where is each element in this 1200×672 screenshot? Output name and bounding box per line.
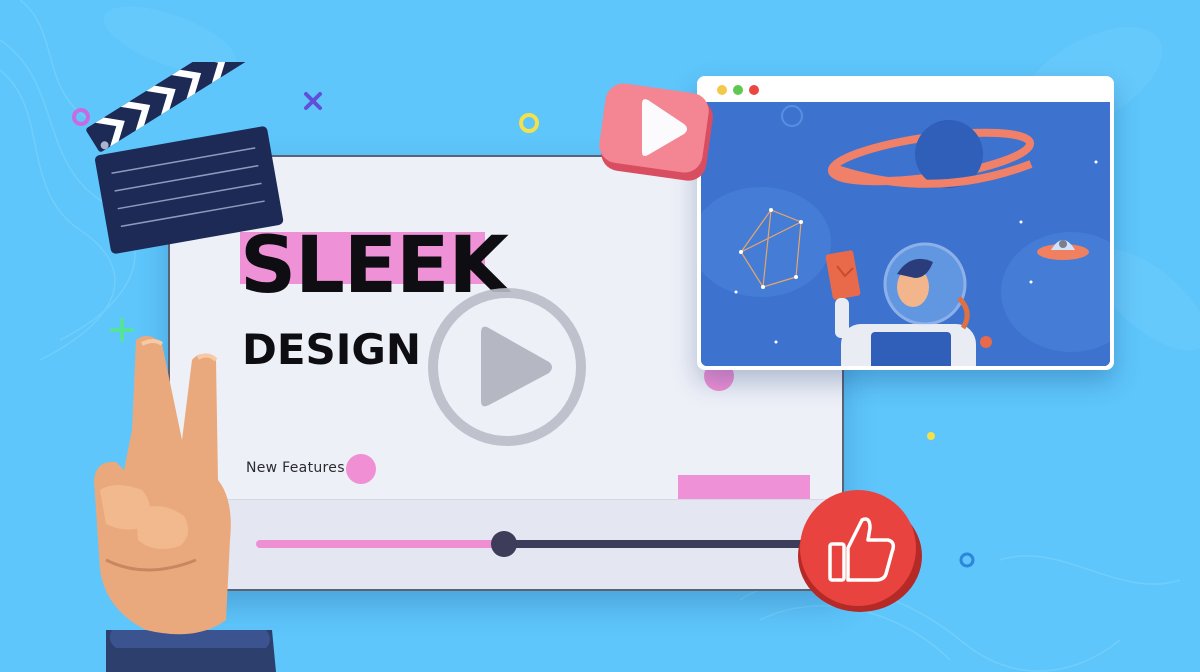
confetti-ring	[959, 552, 975, 568]
play-button-3d-icon[interactable]	[598, 82, 716, 190]
progress-handle[interactable]	[491, 531, 517, 557]
clapperboard-icon	[86, 62, 284, 254]
window-close-dot[interactable]	[749, 85, 759, 95]
decor-pink-block	[678, 475, 810, 501]
browser-window	[697, 76, 1114, 370]
confetti-dot	[927, 432, 935, 440]
play-overlay-icon[interactable]	[425, 285, 589, 449]
thumbs-up-icon[interactable]	[792, 488, 928, 614]
progress-remaining[interactable]	[504, 540, 806, 548]
window-minimize-dot[interactable]	[717, 85, 727, 95]
confetti-cross	[304, 92, 322, 110]
browser-titlebar	[697, 76, 1114, 102]
subtitle-dot	[346, 454, 376, 484]
peace-hand-icon	[94, 335, 276, 672]
progress-played[interactable]	[256, 540, 504, 548]
astronaut-scene	[701, 102, 1110, 366]
space-illustration	[701, 102, 1110, 366]
window-maximize-dot[interactable]	[733, 85, 743, 95]
confetti-ring	[519, 113, 539, 133]
